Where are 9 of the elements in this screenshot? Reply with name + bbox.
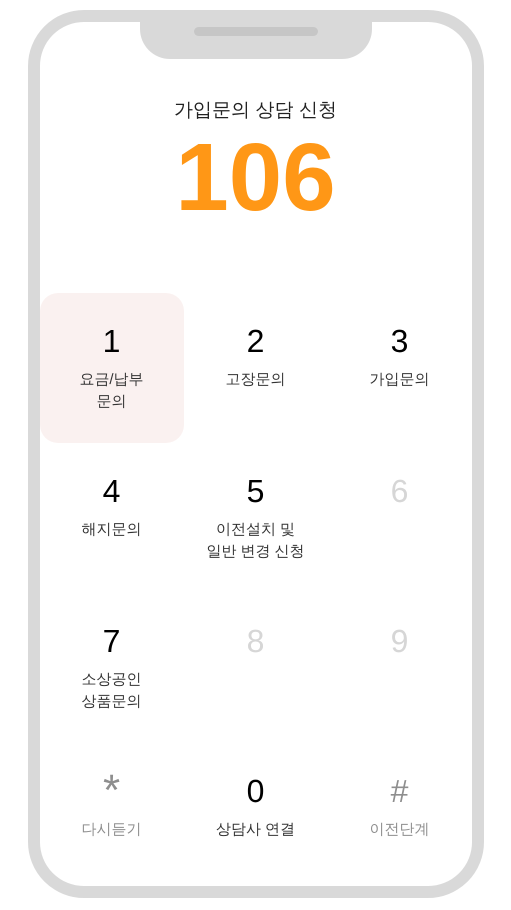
dial-key[interactable]: 2 고장문의	[184, 293, 328, 443]
dial-key[interactable]: 5 이전설치 및 일반 변경 신청	[184, 443, 328, 593]
dial-key[interactable]: 4 해지문의	[40, 443, 184, 593]
screen-title: 가입문의 상담 신청	[174, 99, 337, 123]
phone-number: 106	[175, 128, 336, 228]
dial-key[interactable]: 3 가입문의	[328, 293, 472, 443]
dial-key[interactable]: 0 상담사 연결	[184, 743, 328, 893]
dial-key[interactable]: 7 소상공인 상품문의	[40, 593, 184, 743]
dial-key[interactable]: 1 요금/납부 문의	[40, 293, 184, 443]
